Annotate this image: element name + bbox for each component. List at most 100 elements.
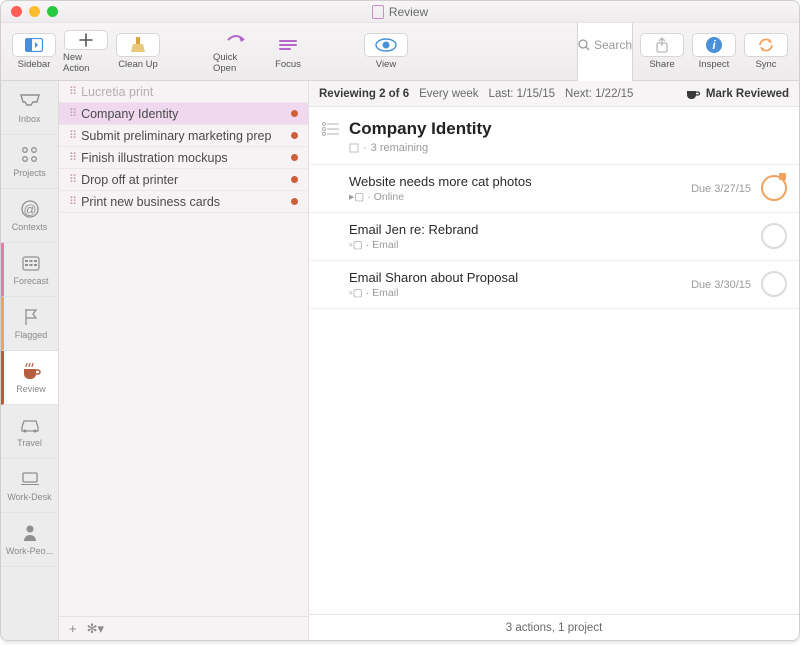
project-name: Drop off at printer — [81, 173, 178, 187]
info-icon: i — [705, 36, 723, 54]
inspect-button[interactable]: i Inspect — [691, 30, 737, 74]
search-placeholder: Search — [594, 38, 632, 52]
mark-reviewed-button[interactable]: Mark Reviewed — [685, 88, 789, 100]
project-name: Submit preliminary marketing prep — [81, 129, 271, 143]
task-title: Email Jen re: Rebrand — [349, 222, 785, 237]
view-label: View — [376, 59, 396, 70]
sidebar-label: Sidebar — [18, 59, 51, 70]
summary-text: 3 actions, 1 project — [506, 622, 603, 634]
review-next: Next: 1/22/15 — [565, 88, 633, 100]
content-footer: 3 actions, 1 project — [309, 614, 799, 640]
content-pane: Reviewing 2 of 6 Every week Last: 1/15/1… — [309, 81, 799, 640]
drag-handle-icon: ⠿ — [69, 85, 75, 98]
task-row[interactable]: Website needs more cat photos ▸▢ · Onlin… — [309, 165, 799, 213]
parallel-project-icon — [321, 121, 341, 137]
note-icon: ▫▢ — [349, 239, 363, 251]
perspective-label: Inbox — [18, 114, 40, 124]
perspective-travel[interactable]: Travel — [1, 405, 58, 459]
close-window-button[interactable] — [11, 6, 22, 17]
review-last: Last: 1/15/15 — [489, 88, 556, 100]
task-row[interactable]: Email Sharon about Proposal ▫▢ · Email D… — [309, 261, 799, 309]
perspective-review[interactable]: Review — [1, 351, 58, 405]
project-row[interactable]: ⠿ Print new business cards — [59, 191, 308, 213]
new-action-button[interactable]: New Action — [63, 30, 109, 74]
project-list-toolbar: + ✻▾ — [59, 616, 308, 640]
sync-label: Sync — [755, 59, 776, 70]
svg-text:@: @ — [23, 202, 36, 217]
projects-icon — [19, 145, 41, 165]
task-status-circle[interactable] — [761, 223, 787, 249]
task-context: Email — [372, 239, 398, 251]
perspective-label: Work-Desk — [7, 492, 51, 502]
task-due: Due 3/27/15 — [691, 183, 751, 195]
project-name: Company Identity — [81, 107, 178, 121]
review-status-bar: Reviewing 2 of 6 Every week Last: 1/15/1… — [309, 81, 799, 107]
perspective-inbox[interactable]: Inbox — [1, 81, 58, 135]
zoom-window-button[interactable] — [47, 6, 58, 17]
perspective-label: Flagged — [15, 330, 48, 340]
drag-handle-icon: ⠿ — [69, 173, 75, 186]
perspective-flagged[interactable]: Flagged — [1, 297, 58, 351]
perspective-label: Projects — [13, 168, 46, 178]
note-icon: ▫▢ — [349, 287, 363, 299]
focus-icon — [279, 38, 297, 52]
perspective-projects[interactable]: Projects — [1, 135, 58, 189]
perspective-forecast[interactable]: Forecast — [1, 243, 58, 297]
perspective-contexts[interactable]: @ Contexts — [1, 189, 58, 243]
review-perspective-icon — [372, 5, 384, 19]
perspective-workpeople[interactable]: Work-Peo... — [1, 513, 58, 567]
broom-icon — [130, 36, 146, 54]
project-row[interactable]: ⠿ Drop off at printer — [59, 169, 308, 191]
add-project-button[interactable]: + — [69, 621, 77, 636]
share-icon — [655, 37, 669, 53]
sync-button[interactable]: Sync — [743, 30, 789, 74]
review-dot-icon — [291, 132, 298, 139]
task-status-circle[interactable] — [761, 271, 787, 297]
clean-up-button[interactable]: Clean Up — [115, 30, 161, 74]
new-action-label: New Action — [63, 52, 109, 74]
perspective-label: Contexts — [12, 222, 48, 232]
quick-open-icon — [226, 32, 246, 48]
sidebar-icon — [25, 38, 43, 52]
drag-handle-icon: ⠿ — [69, 107, 75, 120]
plus-icon — [78, 32, 94, 48]
remaining-count: 3 remaining — [371, 142, 428, 154]
drag-handle-icon: ⠿ — [69, 195, 75, 208]
project-list: ⠿ Lucretia print ⠿ Company Identity ⠿ Su… — [59, 81, 308, 616]
perspective-workdesk[interactable]: Work-Desk — [1, 459, 58, 513]
minimize-window-button[interactable] — [29, 6, 40, 17]
window-title: Review — [389, 5, 428, 19]
project-row[interactable]: ⠿ Company Identity — [59, 103, 308, 125]
clean-up-label: Clean Up — [118, 59, 158, 70]
review-dot-icon — [291, 154, 298, 161]
mark-reviewed-label: Mark Reviewed — [706, 88, 789, 100]
quick-open-button[interactable]: Quick Open — [213, 30, 259, 74]
task-context: Email — [372, 287, 398, 299]
action-menu-button[interactable]: ✻▾ — [87, 621, 104, 637]
focus-label: Focus — [275, 59, 301, 70]
project-row[interactable]: ⠿ Submit preliminary marketing prep — [59, 125, 308, 147]
sync-icon — [757, 36, 775, 54]
contexts-icon: @ — [19, 199, 41, 219]
project-row[interactable]: ⠿ Lucretia print — [59, 81, 308, 103]
task-list: Website needs more cat photos ▸▢ · Onlin… — [309, 165, 799, 614]
quick-open-label: Quick Open — [213, 52, 259, 74]
focus-button[interactable]: Focus — [265, 30, 311, 74]
coffee-icon — [685, 88, 701, 100]
review-dot-icon — [291, 110, 298, 117]
sidebar-toggle-button[interactable]: Sidebar — [11, 30, 57, 74]
review-frequency: Every week — [419, 88, 478, 100]
share-button[interactable]: Share — [639, 30, 685, 74]
task-row[interactable]: Email Jen re: Rebrand ▫▢ · Email — [309, 213, 799, 261]
view-button[interactable]: View — [363, 30, 409, 74]
search-icon — [578, 39, 590, 51]
reviewing-count: Reviewing 2 of 6 — [319, 88, 409, 100]
drag-handle-icon: ⠿ — [69, 151, 75, 164]
project-name: Lucretia print — [81, 85, 153, 99]
perspective-label: Forecast — [13, 276, 48, 286]
forecast-icon — [20, 253, 42, 273]
project-row[interactable]: ⠿ Finish illustration mockups — [59, 147, 308, 169]
task-status-circle[interactable] — [761, 175, 787, 201]
inspect-label: Inspect — [699, 59, 730, 70]
perspectives-sidebar: Inbox Projects @ Contexts Forecast Flagg… — [1, 81, 59, 640]
